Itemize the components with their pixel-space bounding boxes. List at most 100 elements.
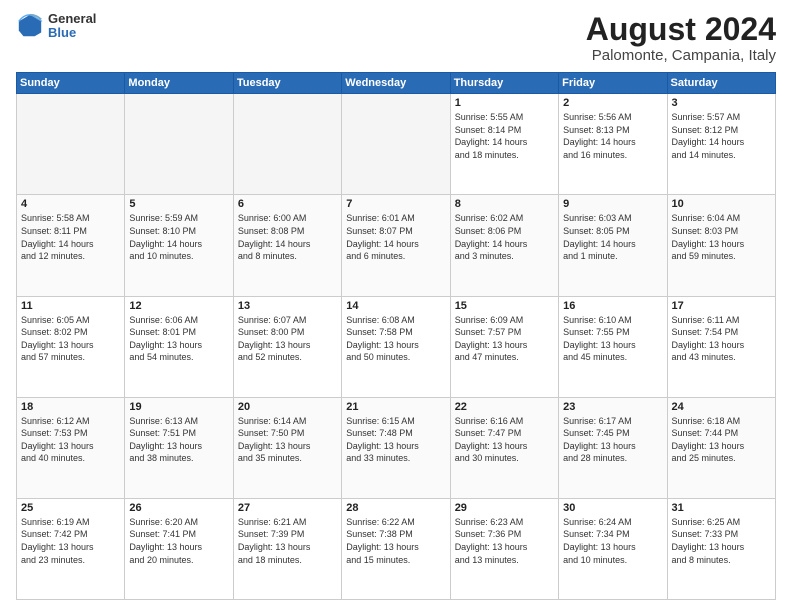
day-info: Sunrise: 6:13 AM Sunset: 7:51 PM Dayligh… — [129, 415, 228, 465]
calendar-cell-w5-d4: 29 Sunrise: 6:23 AM Sunset: 7:36 PM Dayli… — [450, 498, 558, 599]
day-number: 23 — [563, 401, 662, 413]
day-info: Sunrise: 6:06 AM Sunset: 8:01 PM Dayligh… — [129, 314, 228, 364]
day-info: Sunrise: 6:11 AM Sunset: 7:54 PM Dayligh… — [672, 314, 771, 364]
day-number: 2 — [563, 97, 662, 109]
day-info: Sunrise: 6:12 AM Sunset: 7:53 PM Dayligh… — [21, 415, 120, 465]
calendar-cell-w5-d3: 28Sunrise: 6:22 AM Sunset: 7:38 PM Dayli… — [342, 498, 450, 599]
day-info: Sunrise: 6:21 AM Sunset: 7:39 PM Dayligh… — [238, 516, 337, 566]
day-number: 30 — [563, 502, 662, 514]
day-number: 18 — [21, 401, 120, 413]
day-info: Sunrise: 6:01 AM Sunset: 8:07 PM Dayligh… — [346, 212, 445, 262]
day-number: 19 — [129, 401, 228, 413]
calendar-cell-w5-d2: 27 Sunrise: 6:21 AM Sunset: 7:39 PM Dayli… — [233, 498, 341, 599]
day-number: 31 — [672, 502, 771, 514]
day-info: Sunrise: 6:07 AM Sunset: 8:00 PM Dayligh… — [238, 314, 337, 364]
calendar-cell-w4-d0: 18 Sunrise: 6:12 AM Sunset: 7:53 PM Dayli… — [17, 397, 125, 498]
logo: General Blue — [16, 12, 96, 41]
calendar-cell-w3-d1: 12Sunrise: 6:06 AM Sunset: 8:01 PM Dayli… — [125, 296, 233, 397]
col-friday: Friday — [559, 73, 667, 94]
week-row-3: 11 Sunrise: 6:05 AM Sunset: 8:02 PM Dayli… — [17, 296, 776, 397]
day-number: 16 — [563, 300, 662, 312]
day-number: 11 — [21, 300, 120, 312]
day-number: 15 — [455, 300, 554, 312]
day-info: Sunrise: 6:22 AM Sunset: 7:38 PM Dayligh… — [346, 516, 445, 566]
col-tuesday: Tuesday — [233, 73, 341, 94]
day-info: Sunrise: 5:56 AM Sunset: 8:13 PM Dayligh… — [563, 111, 662, 161]
calendar-cell-w3-d4: 15Sunrise: 6:09 AM Sunset: 7:57 PM Dayli… — [450, 296, 558, 397]
calendar-cell-w1-d0 — [17, 94, 125, 195]
day-info: Sunrise: 6:00 AM Sunset: 8:08 PM Dayligh… — [238, 212, 337, 262]
col-saturday: Saturday — [667, 73, 775, 94]
calendar-cell-w4-d5: 23Sunrise: 6:17 AM Sunset: 7:45 PM Dayli… — [559, 397, 667, 498]
calendar-cell-w3-d2: 13 Sunrise: 6:07 AM Sunset: 8:00 PM Dayli… — [233, 296, 341, 397]
day-info: Sunrise: 6:25 AM Sunset: 7:33 PM Dayligh… — [672, 516, 771, 566]
calendar-cell-w3-d5: 16Sunrise: 6:10 AM Sunset: 7:55 PM Dayli… — [559, 296, 667, 397]
calendar-cell-w2-d0: 4Sunrise: 5:58 AM Sunset: 8:11 PM Daylig… — [17, 195, 125, 296]
day-number: 14 — [346, 300, 445, 312]
day-info: Sunrise: 6:16 AM Sunset: 7:47 PM Dayligh… — [455, 415, 554, 465]
title-location: Palomonte, Campania, Italy — [586, 47, 776, 64]
calendar-cell-w2-d3: 7 Sunrise: 6:01 AM Sunset: 8:07 PM Daylig… — [342, 195, 450, 296]
day-info: Sunrise: 6:04 AM Sunset: 8:03 PM Dayligh… — [672, 212, 771, 262]
day-number: 27 — [238, 502, 337, 514]
day-number: 22 — [455, 401, 554, 413]
col-sunday: Sunday — [17, 73, 125, 94]
day-number: 26 — [129, 502, 228, 514]
calendar-cell-w3-d3: 14Sunrise: 6:08 AM Sunset: 7:58 PM Dayli… — [342, 296, 450, 397]
logo-blue-text: Blue — [48, 26, 96, 40]
calendar-cell-w4-d3: 21 Sunrise: 6:15 AM Sunset: 7:48 PM Dayli… — [342, 397, 450, 498]
day-info: Sunrise: 6:03 AM Sunset: 8:05 PM Dayligh… — [563, 212, 662, 262]
page: General Blue August 2024 Palomonte, Camp… — [0, 0, 792, 612]
day-number: 13 — [238, 300, 337, 312]
calendar-cell-w5-d6: 31 Sunrise: 6:25 AM Sunset: 7:33 PM Dayli… — [667, 498, 775, 599]
calendar-cell-w1-d6: 3 Sunrise: 5:57 AM Sunset: 8:12 PM Daylig… — [667, 94, 775, 195]
day-number: 29 — [455, 502, 554, 514]
calendar-cell-w4-d6: 24 Sunrise: 6:18 AM Sunset: 7:44 PM Dayli… — [667, 397, 775, 498]
day-number: 3 — [672, 97, 771, 109]
calendar-cell-w4-d4: 22 Sunrise: 6:16 AM Sunset: 7:47 PM Dayli… — [450, 397, 558, 498]
day-number: 21 — [346, 401, 445, 413]
day-info: Sunrise: 6:23 AM Sunset: 7:36 PM Dayligh… — [455, 516, 554, 566]
day-number: 7 — [346, 198, 445, 210]
day-info: Sunrise: 6:15 AM Sunset: 7:48 PM Dayligh… — [346, 415, 445, 465]
day-number: 1 — [455, 97, 554, 109]
calendar-cell-w2-d4: 8 Sunrise: 6:02 AM Sunset: 8:06 PM Daylig… — [450, 195, 558, 296]
col-thursday: Thursday — [450, 73, 558, 94]
day-number: 9 — [563, 198, 662, 210]
logo-text: General Blue — [48, 12, 96, 41]
col-wednesday: Wednesday — [342, 73, 450, 94]
day-info: Sunrise: 5:55 AM Sunset: 8:14 PM Dayligh… — [455, 111, 554, 161]
day-info: Sunrise: 5:57 AM Sunset: 8:12 PM Dayligh… — [672, 111, 771, 161]
calendar-table: Sunday Monday Tuesday Wednesday Thursday… — [16, 72, 776, 600]
calendar-cell-w1-d5: 2 Sunrise: 5:56 AM Sunset: 8:13 PM Daylig… — [559, 94, 667, 195]
day-info: Sunrise: 6:19 AM Sunset: 7:42 PM Dayligh… — [21, 516, 120, 566]
calendar-header-row: Sunday Monday Tuesday Wednesday Thursday… — [17, 73, 776, 94]
day-info: Sunrise: 6:02 AM Sunset: 8:06 PM Dayligh… — [455, 212, 554, 262]
logo-icon — [16, 12, 44, 40]
week-row-2: 4Sunrise: 5:58 AM Sunset: 8:11 PM Daylig… — [17, 195, 776, 296]
col-monday: Monday — [125, 73, 233, 94]
calendar-cell-w1-d3 — [342, 94, 450, 195]
day-number: 17 — [672, 300, 771, 312]
day-number: 25 — [21, 502, 120, 514]
header: General Blue August 2024 Palomonte, Camp… — [16, 12, 776, 64]
calendar-cell-w3-d6: 17 Sunrise: 6:11 AM Sunset: 7:54 PM Dayli… — [667, 296, 775, 397]
day-number: 10 — [672, 198, 771, 210]
day-info: Sunrise: 6:05 AM Sunset: 8:02 PM Dayligh… — [21, 314, 120, 364]
week-row-4: 18 Sunrise: 6:12 AM Sunset: 7:53 PM Dayli… — [17, 397, 776, 498]
day-info: Sunrise: 6:18 AM Sunset: 7:44 PM Dayligh… — [672, 415, 771, 465]
calendar-cell-w2-d2: 6 Sunrise: 6:00 AM Sunset: 8:08 PM Daylig… — [233, 195, 341, 296]
logo-general-text: General — [48, 12, 96, 26]
day-number: 6 — [238, 198, 337, 210]
day-number: 20 — [238, 401, 337, 413]
calendar-cell-w2-d1: 5Sunrise: 5:59 AM Sunset: 8:10 PM Daylig… — [125, 195, 233, 296]
day-info: Sunrise: 6:14 AM Sunset: 7:50 PM Dayligh… — [238, 415, 337, 465]
title-block: August 2024 Palomonte, Campania, Italy — [586, 12, 776, 64]
calendar-cell-w5-d1: 26Sunrise: 6:20 AM Sunset: 7:41 PM Dayli… — [125, 498, 233, 599]
calendar-cell-w4-d2: 20 Sunrise: 6:14 AM Sunset: 7:50 PM Dayli… — [233, 397, 341, 498]
day-number: 24 — [672, 401, 771, 413]
day-number: 8 — [455, 198, 554, 210]
calendar-cell-w5-d0: 25 Sunrise: 6:19 AM Sunset: 7:42 PM Dayli… — [17, 498, 125, 599]
calendar-cell-w1-d2 — [233, 94, 341, 195]
week-row-5: 25 Sunrise: 6:19 AM Sunset: 7:42 PM Dayli… — [17, 498, 776, 599]
